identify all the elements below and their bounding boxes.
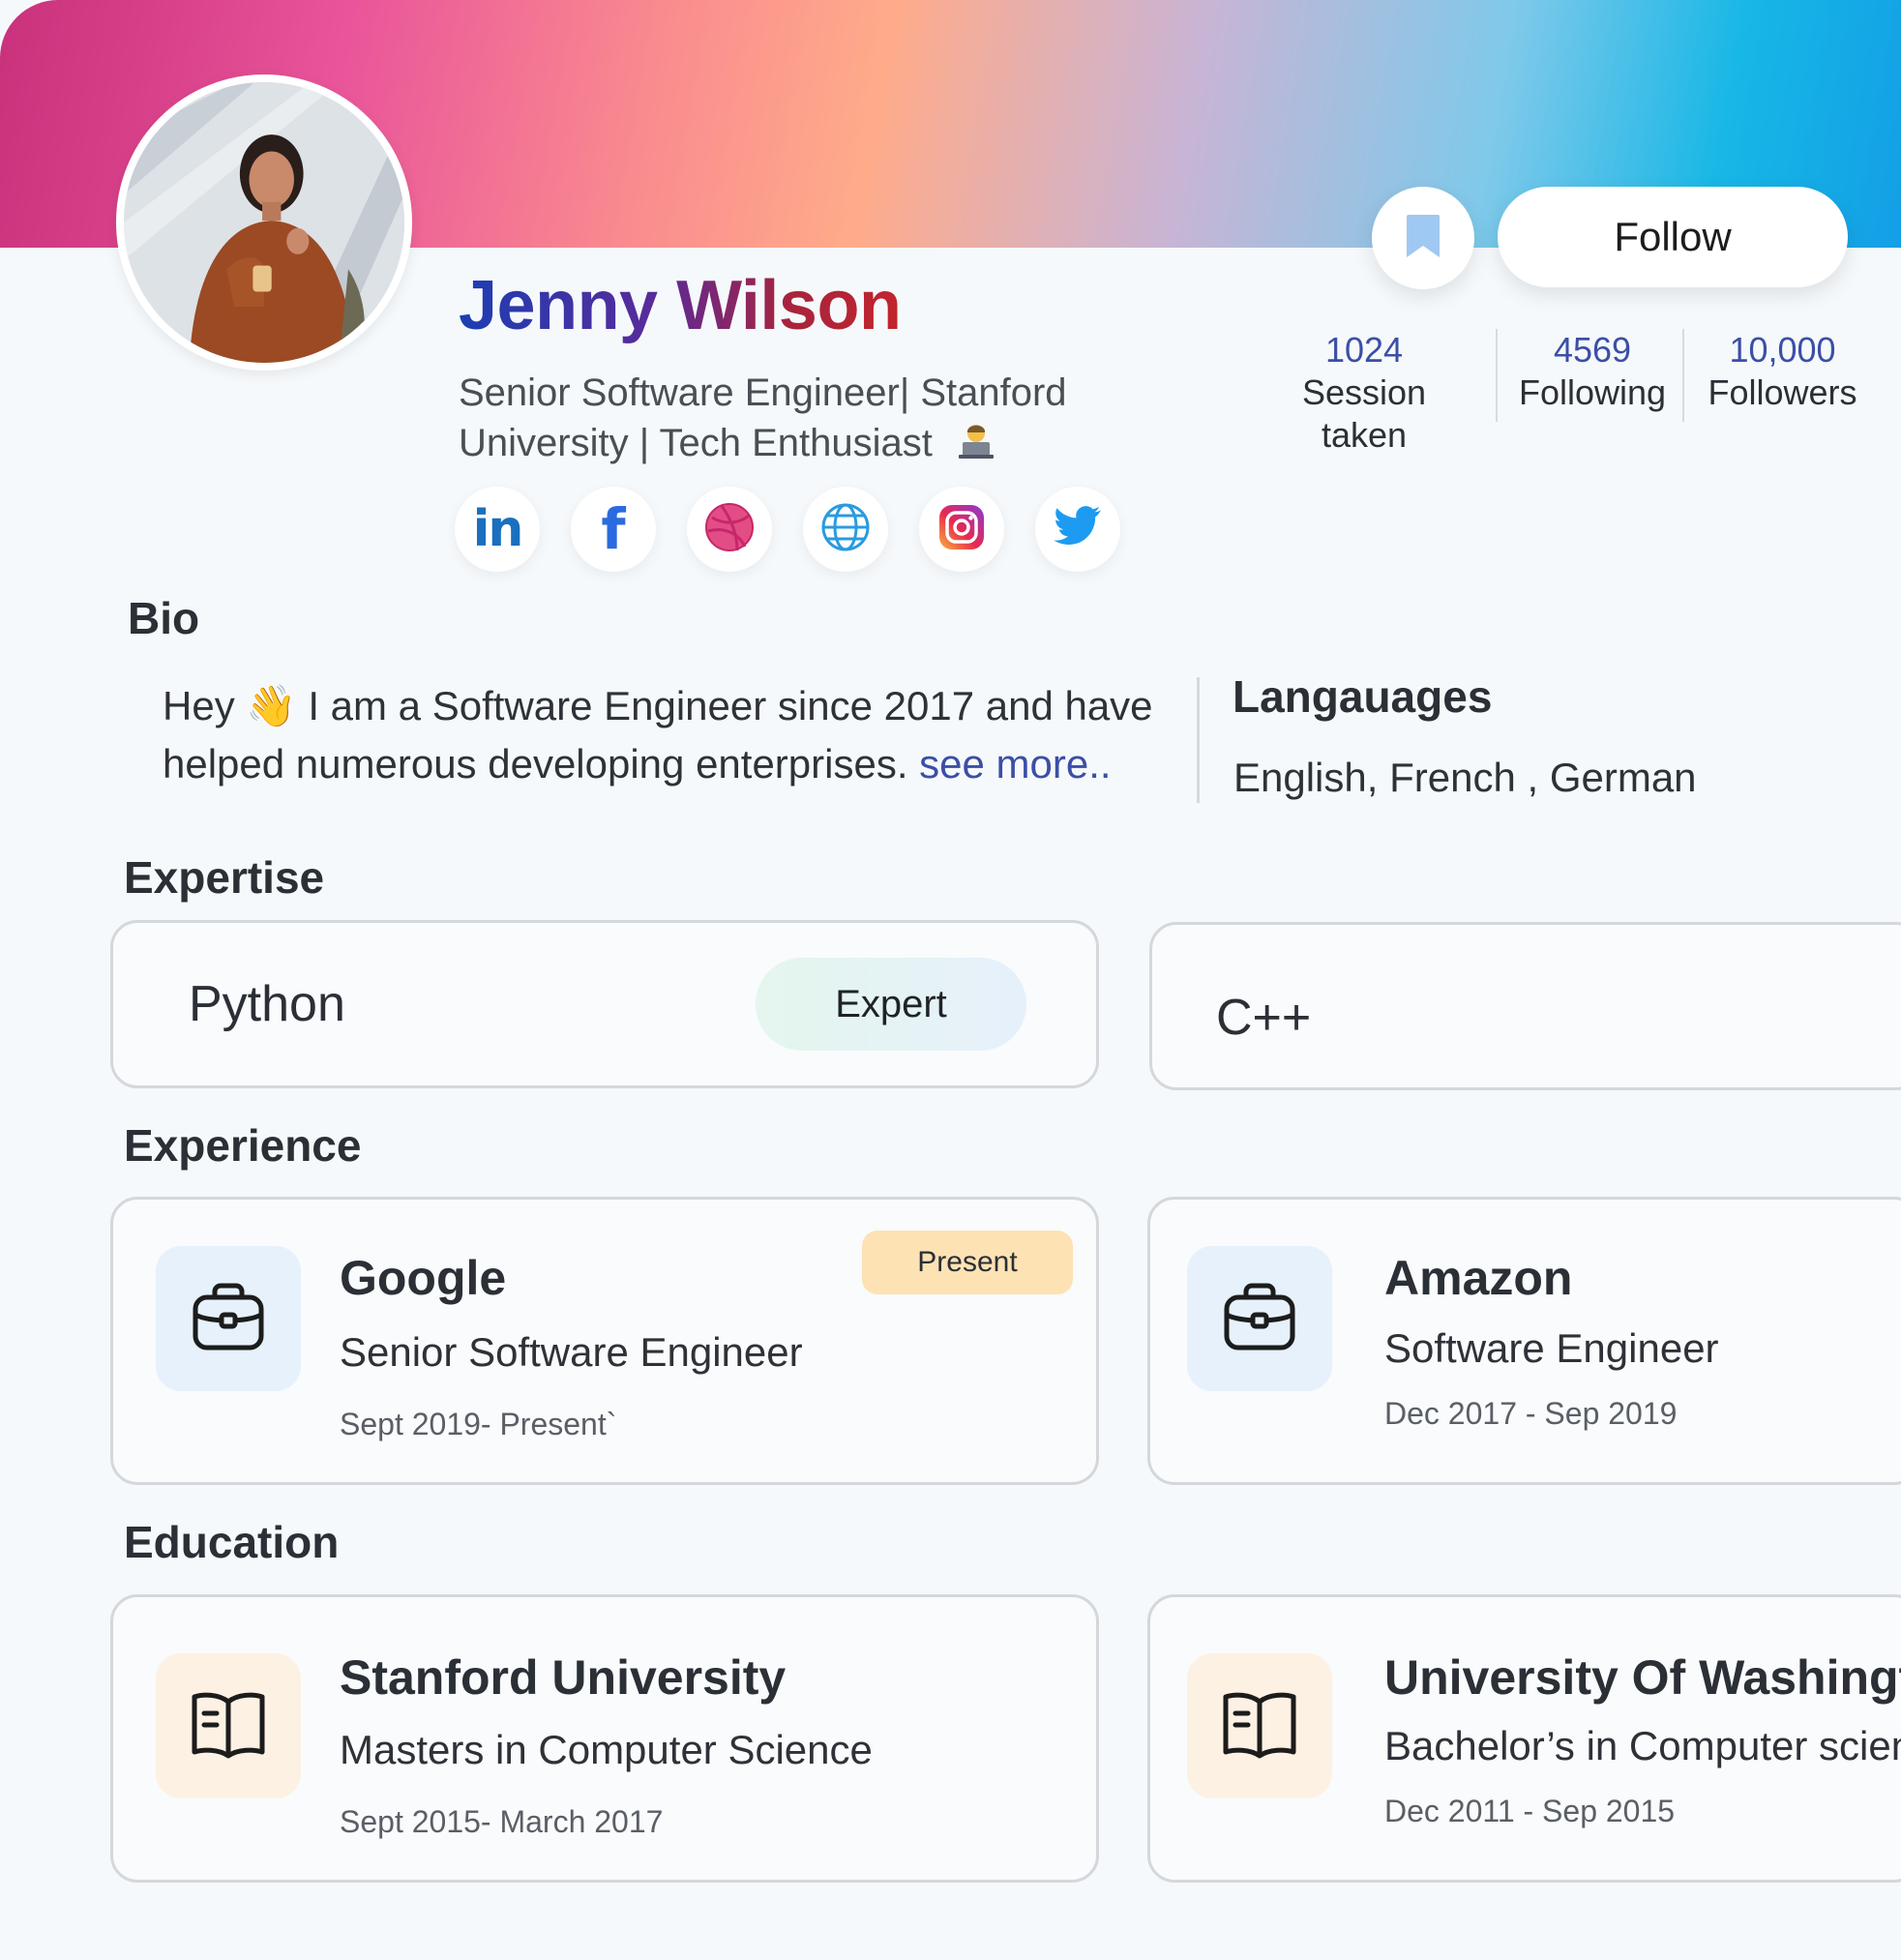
follow-button[interactable]: Follow — [1498, 187, 1848, 287]
skill-name: C++ — [1216, 990, 1312, 1046]
bookmark-button[interactable] — [1372, 187, 1474, 289]
instagram-link[interactable] — [919, 487, 1004, 572]
technologist-icon — [957, 422, 995, 472]
bio-title: Bio — [128, 593, 200, 643]
stat-followers[interactable]: 10,000 Followers — [1698, 329, 1867, 414]
profile-name: Jenny Wilson — [459, 266, 902, 353]
facebook-icon: f — [601, 496, 626, 562]
stat-label: Following — [1518, 372, 1667, 412]
experience-title: Experience — [124, 1120, 362, 1171]
experience-card-google[interactable]: Google Senior Software Engineer Sept 201… — [110, 1197, 1099, 1485]
briefcase-tile — [1187, 1246, 1332, 1391]
stat-value: 10,000 — [1729, 330, 1836, 370]
stat-divider — [1682, 329, 1684, 422]
company-name: Amazon — [1384, 1251, 1573, 1305]
bio-divider — [1197, 677, 1200, 803]
bio-text: Hey 👋 I am a Software Engineer since 201… — [163, 677, 1169, 793]
see-more-link[interactable]: see more.. — [919, 741, 1111, 787]
degree: Bachelor’s in Computer science — [1384, 1723, 1901, 1768]
education-dates: Sept 2015- March 2017 — [340, 1804, 664, 1839]
job-title: Software Engineer — [1384, 1325, 1719, 1371]
website-link[interactable] — [803, 487, 888, 572]
twitter-icon — [1053, 505, 1103, 553]
avatar — [116, 74, 412, 371]
stat-divider — [1496, 329, 1498, 422]
stat-value: 4569 — [1553, 330, 1632, 370]
profile-stats: 1024 Session taken 4569 Following 10,000… — [1258, 329, 1877, 455]
briefcase-icon — [190, 1278, 267, 1360]
languages-title: Langauages — [1233, 671, 1493, 722]
expertise-title: Expertise — [124, 852, 325, 903]
book-icon — [1221, 1688, 1298, 1765]
stat-following[interactable]: 4569 Following — [1505, 329, 1679, 414]
twitter-link[interactable] — [1035, 487, 1120, 572]
facebook-link[interactable]: f — [571, 487, 656, 572]
skill-card-python[interactable]: Python Expert — [110, 920, 1099, 1088]
languages-text: English, French , German — [1233, 755, 1697, 800]
school-name: University Of Washington — [1384, 1650, 1901, 1705]
stat-label: Session taken — [1301, 372, 1427, 455]
skill-card-cpp[interactable]: C++ — [1149, 922, 1901, 1090]
book-tile — [156, 1653, 301, 1798]
linkedin-icon: in — [472, 500, 524, 558]
book-tile — [1187, 1653, 1332, 1798]
education-card-washington[interactable]: University Of Washington Bachelor’s in C… — [1147, 1594, 1901, 1883]
bookmark-icon — [1405, 213, 1441, 264]
globe-icon — [820, 502, 871, 557]
stat-label: Followers — [1708, 372, 1857, 412]
stat-value: 1024 — [1324, 330, 1404, 370]
skill-level-badge: Expert — [756, 958, 1026, 1051]
stat-sessions[interactable]: 1024 Session taken — [1258, 329, 1470, 457]
briefcase-icon — [1221, 1278, 1298, 1360]
linkedin-link[interactable]: in — [455, 487, 540, 572]
book-icon — [190, 1688, 267, 1765]
education-card-stanford[interactable]: Stanford University Masters in Computer … — [110, 1594, 1099, 1883]
company-name: Google — [340, 1251, 507, 1305]
education-dates: Dec 2011 - Sep 2015 — [1384, 1794, 1676, 1828]
dribbble-link[interactable] — [687, 487, 772, 572]
skill-name: Python — [189, 976, 345, 1032]
briefcase-tile — [156, 1246, 301, 1391]
dribbble-icon — [704, 502, 755, 557]
profile-photo — [124, 82, 404, 363]
experience-card-amazon[interactable]: Amazon Software Engineer Dec 2017 - Sep … — [1147, 1197, 1901, 1485]
school-name: Stanford University — [340, 1650, 787, 1705]
profile-headline: Senior Software Engineer| Stanford Unive… — [459, 368, 1136, 472]
job-title: Senior Software Engineer — [340, 1329, 803, 1375]
job-dates: Sept 2019- Present` — [340, 1407, 617, 1441]
instagram-icon — [937, 503, 986, 556]
job-dates: Dec 2017 - Sep 2019 — [1384, 1396, 1678, 1431]
education-title: Education — [124, 1517, 340, 1567]
present-badge: Present — [862, 1231, 1073, 1294]
degree: Masters in Computer Science — [340, 1727, 873, 1772]
